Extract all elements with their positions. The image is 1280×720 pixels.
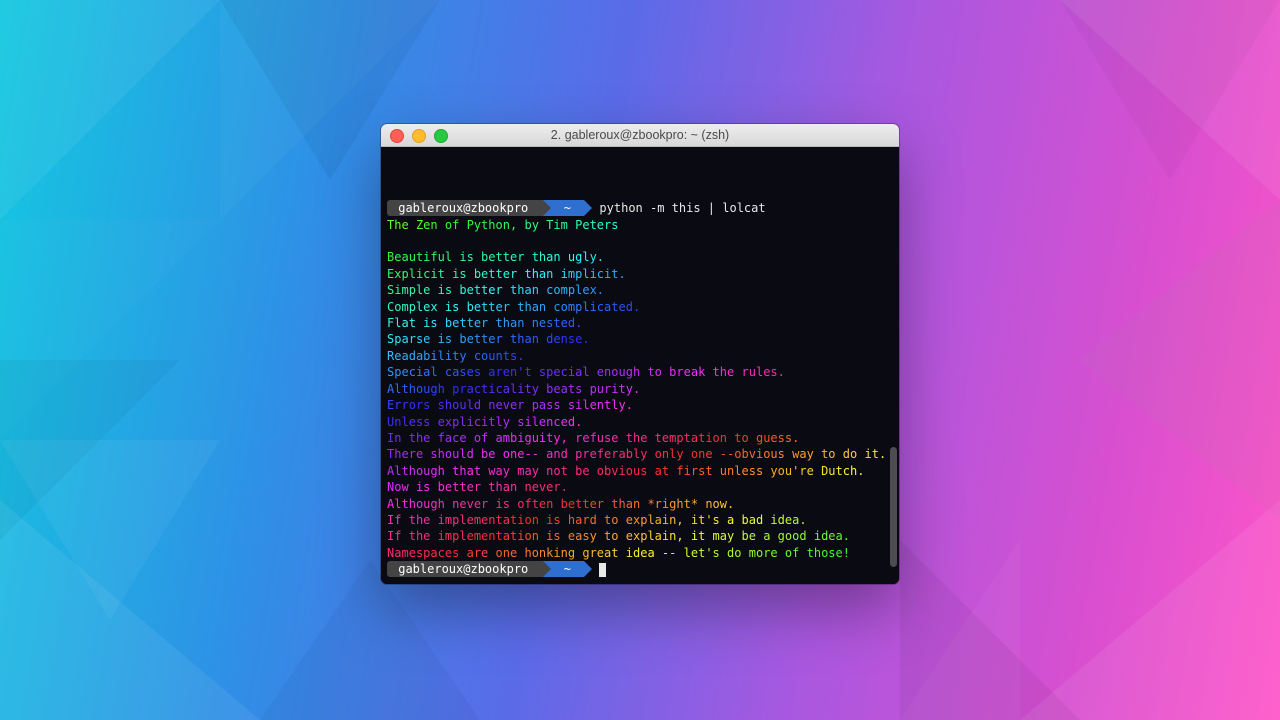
prompt-user-host: gableroux@zbookpro [387, 561, 543, 577]
command-text: python -m this | lolcat [599, 201, 765, 215]
terminal-output-line: Errors should never pass silently. [387, 397, 893, 413]
cursor-icon [599, 563, 606, 577]
terminal-output-line: If the implementation is easy to explain… [387, 528, 893, 544]
terminal-output-line [387, 233, 893, 249]
terminal-output-line: Simple is better than complex. [387, 282, 893, 298]
terminal-output-line: Special cases aren't special enough to b… [387, 364, 893, 380]
terminal-output-line: Unless explicitly silenced. [387, 414, 893, 430]
terminal-window: 2. gableroux@zbookpro: ~ (zsh) gableroux… [381, 124, 899, 584]
prompt-cwd: ~ [551, 561, 585, 577]
chevron-right-icon [584, 200, 592, 216]
close-icon[interactable] [390, 129, 404, 143]
window-title: 2. gableroux@zbookpro: ~ (zsh) [381, 124, 899, 146]
terminal-output-line: The Zen of Python, by Tim Peters [387, 217, 893, 233]
scrollbar-thumb[interactable] [890, 447, 897, 567]
terminal-output-line: Complex is better than complicated. [387, 299, 893, 315]
command-line: gableroux@zbookpro ~ [387, 561, 893, 577]
terminal-output-line: Sparse is better than dense. [387, 331, 893, 347]
zoom-icon[interactable] [434, 129, 448, 143]
terminal-output-line: Readability counts. [387, 348, 893, 364]
terminal-output-line: Now is better than never. [387, 479, 893, 495]
terminal-output-line: There should be one-- and preferably onl… [387, 446, 893, 462]
terminal-output-line: Beautiful is better than ugly. [387, 249, 893, 265]
prompt-cwd: ~ [551, 200, 585, 216]
command-line: gableroux@zbookpro ~ python -m this | lo… [387, 200, 893, 216]
shell-prompt: gableroux@zbookpro ~ [387, 201, 592, 215]
minimize-icon[interactable] [412, 129, 426, 143]
terminal-output-line: In the face of ambiguity, refuse the tem… [387, 430, 893, 446]
shell-prompt: gableroux@zbookpro ~ [387, 562, 592, 576]
terminal-output-line: If the implementation is hard to explain… [387, 512, 893, 528]
terminal-output-line: Flat is better than nested. [387, 315, 893, 331]
prompt-user-host: gableroux@zbookpro [387, 200, 543, 216]
terminal-output-line: Although practicality beats purity. [387, 381, 893, 397]
terminal-output-line: Namespaces are one honking great idea --… [387, 545, 893, 561]
window-controls [390, 129, 448, 143]
chevron-right-icon [543, 561, 551, 577]
terminal-body[interactable]: gableroux@zbookpro ~ python -m this | lo… [381, 147, 899, 584]
chevron-right-icon [543, 200, 551, 216]
terminal-output-line: Although that way may not be obvious at … [387, 463, 893, 479]
terminal-output-line: Explicit is better than implicit. [387, 266, 893, 282]
chevron-right-icon [584, 561, 592, 577]
window-titlebar[interactable]: 2. gableroux@zbookpro: ~ (zsh) [381, 124, 899, 147]
terminal-output-line: Although never is often better than *rig… [387, 496, 893, 512]
